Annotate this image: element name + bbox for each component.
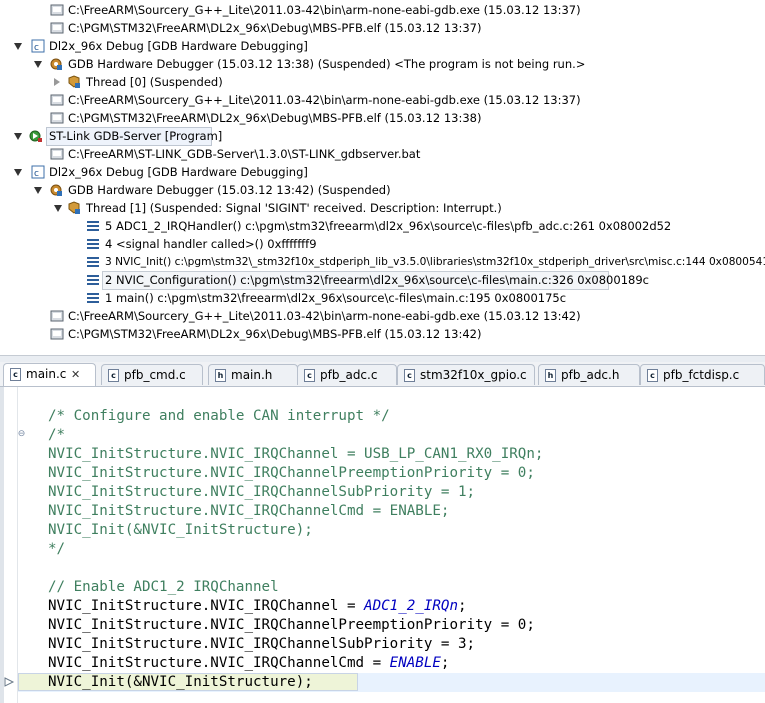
stack-frame-icon — [86, 273, 100, 287]
process-icon — [50, 3, 64, 17]
tab-main-c[interactable]: c main.c ✕ — [3, 363, 96, 386]
code-line: NVIC_Init(&NVIC_InitStructure); — [48, 522, 313, 538]
code-line: NVIC_InitStructure.NVIC_IRQChannelSubPri… — [48, 636, 476, 652]
tab-pfb-adc-c[interactable]: c pfb_adc.c — [297, 364, 397, 385]
expand-toggle-icon[interactable] — [14, 133, 22, 140]
stack-frame-icon — [86, 255, 100, 269]
thread-icon — [67, 201, 81, 215]
expand-toggle-icon[interactable] — [54, 205, 62, 212]
collapse-toggle-icon[interactable] — [54, 78, 60, 86]
process-icon — [50, 111, 64, 125]
code-line: NVIC_InitStructure.NVIC_IRQChannelSubPri… — [48, 484, 476, 500]
code-line: // Enable ADC1_2 IRQChannel — [48, 579, 279, 595]
expand-toggle-icon[interactable] — [34, 61, 42, 68]
launch-config-icon: c — [31, 39, 45, 53]
fold-toggle-icon[interactable]: ⊖ — [17, 430, 26, 439]
process-icon — [50, 327, 64, 341]
stack-frame-icon — [86, 237, 100, 251]
process-icon — [50, 309, 64, 323]
code-line: NVIC_InitStructure.NVIC_IRQChannelPreemp… — [48, 465, 535, 481]
process-icon — [50, 147, 64, 161]
debug-view: C:\FreeARM\Sourcery_G++_Lite\2011.03-42\… — [0, 0, 765, 355]
debugger-gear-icon — [49, 57, 63, 71]
tab-stm32f10x-gpio-c[interactable]: c stm32f10x_gpio.c — [397, 364, 535, 385]
editor-gutter — [0, 387, 18, 703]
code-line: NVIC_InitStructure.NVIC_IRQChannelCmd = … — [48, 655, 450, 671]
expand-toggle-icon[interactable] — [14, 43, 22, 50]
launch-config-icon: c — [31, 165, 45, 179]
svg-text:c: c — [34, 43, 39, 53]
thread-icon — [67, 75, 81, 89]
process-icon — [50, 21, 64, 35]
code-line: NVIC_InitStructure.NVIC_IRQChannelPreemp… — [48, 617, 535, 633]
code-line-current: NVIC_Init(&NVIC_InitStructure); — [48, 674, 313, 690]
code-line: /* Configure and enable CAN interrupt */ — [48, 408, 390, 424]
expand-toggle-icon[interactable] — [14, 169, 22, 176]
tab-pfb-cmd-c[interactable]: c pfb_cmd.c — [101, 364, 203, 385]
tab-main-h[interactable]: h main.h — [208, 364, 298, 385]
code-line: NVIC_InitStructure.NVIC_IRQChannel = USB… — [48, 446, 544, 462]
c-file-icon: c — [108, 369, 119, 382]
c-file-icon: c — [404, 369, 415, 382]
debugger-gear-icon — [49, 183, 63, 197]
svg-text:c: c — [34, 169, 39, 179]
code-line: NVIC_InitStructure.NVIC_IRQChannel = ADC… — [48, 598, 467, 614]
code-editor[interactable]: ⊖ /* Configure and enable CAN interrupt … — [0, 387, 765, 703]
close-tab-icon[interactable]: ✕ — [71, 364, 80, 385]
tab-pfb-fctdisp-c[interactable]: c pfb_fctdisp.c — [640, 364, 765, 385]
c-file-icon: c — [10, 368, 21, 381]
expand-toggle-icon[interactable] — [34, 187, 42, 194]
c-file-icon: c — [304, 369, 315, 382]
stack-frame-icon — [86, 219, 100, 233]
code-line: */ — [48, 541, 66, 557]
h-file-icon: h — [215, 369, 226, 382]
instruction-pointer-icon — [4, 677, 15, 687]
stack-frame-icon — [86, 291, 100, 305]
external-tool-icon — [29, 129, 43, 143]
code-line: NVIC_InitStructure.NVIC_IRQChannelCmd = … — [48, 503, 450, 519]
h-file-icon: h — [545, 369, 556, 382]
c-file-icon: c — [647, 369, 658, 382]
code-line: /* — [48, 427, 66, 443]
tab-pfb-adc-h[interactable]: h pfb_adc.h — [538, 364, 640, 385]
process-icon — [50, 93, 64, 107]
editor-tab-bar: c main.c ✕ c pfb_cmd.c h main.h c pfb_ad… — [0, 362, 765, 387]
